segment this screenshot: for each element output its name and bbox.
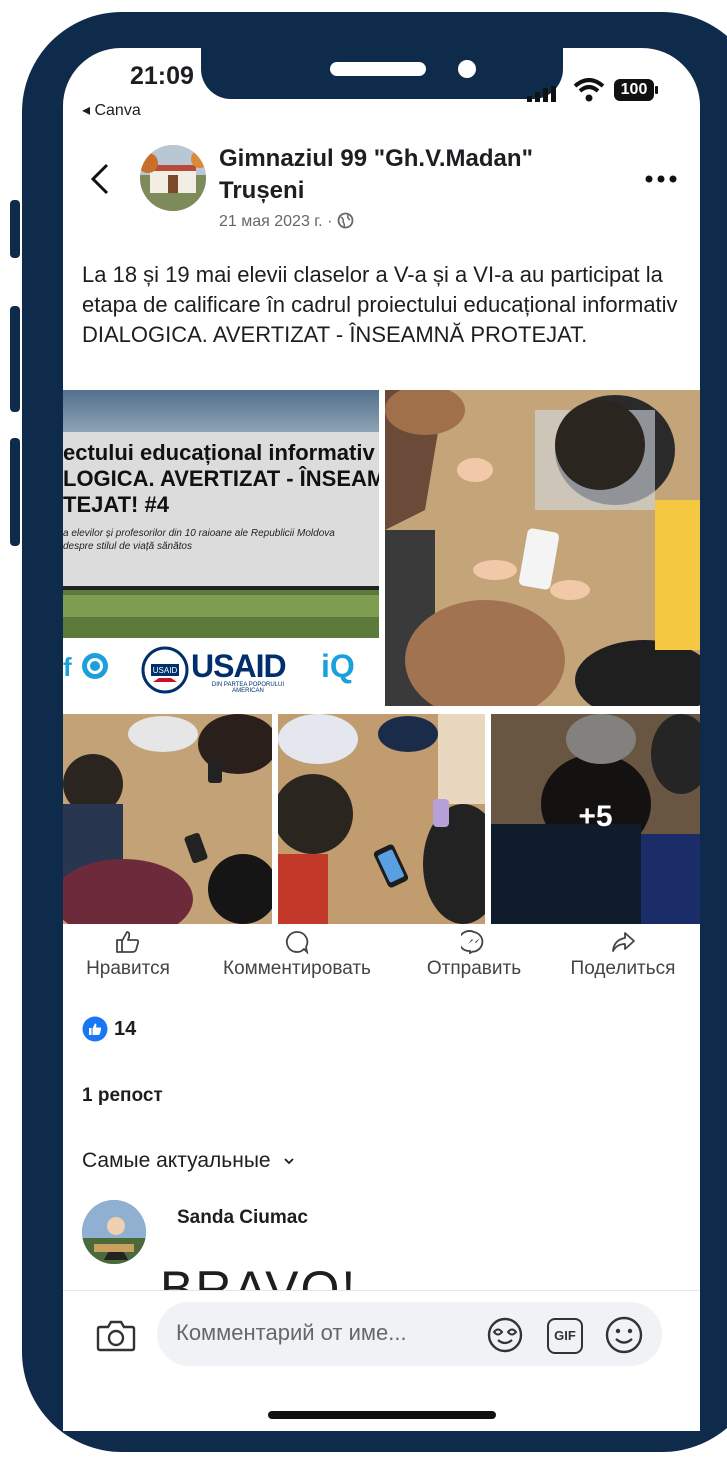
likes-number: 14	[114, 1017, 137, 1040]
chevron-down-icon	[284, 1158, 295, 1165]
thumbs-up-icon	[116, 931, 140, 953]
photo-children-3[interactable]	[278, 714, 485, 924]
post-text: La 18 și 19 mai elevii claselor a V-a și…	[82, 262, 678, 347]
page-avatar[interactable]	[140, 145, 206, 211]
send-button[interactable]: Отправить	[412, 930, 536, 980]
reposts-count[interactable]: 1 репост	[82, 1085, 163, 1107]
send-label: Отправить	[426, 958, 522, 979]
battery-icon: 100	[614, 79, 654, 101]
banner-line-2: LOGICA. AVERTIZAT - ÎNSEAM	[63, 466, 379, 491]
comment-label: Комментировать	[223, 958, 371, 979]
comment-input-placeholder: Комментарий от име...	[176, 1320, 407, 1345]
usaid-tagline: DIN PARTEA POPORULUI AMERICAN	[211, 682, 285, 694]
signal-icon	[527, 86, 556, 102]
page-title[interactable]: Gimnaziul 99 "Gh.V.Madan" Trușeni	[219, 143, 599, 207]
share-arrow-icon	[612, 932, 635, 952]
likes-count[interactable]: 14	[82, 1016, 136, 1042]
commenter-name[interactable]: Sanda Ciumac	[177, 1207, 308, 1229]
comment-icon	[285, 931, 309, 954]
sort-label: Самые актуальные	[82, 1149, 271, 1172]
svg-text:f: f	[63, 652, 72, 682]
gif-button[interactable]: GIF	[547, 1318, 583, 1354]
more-photos-count: +5	[578, 800, 613, 833]
like-reaction-icon	[82, 1016, 108, 1042]
globe-icon	[337, 212, 354, 229]
photo-image	[278, 714, 485, 924]
comment-sort-dropdown[interactable]: Самые актуальные	[82, 1149, 295, 1173]
wifi-icon	[573, 78, 605, 102]
unicef-logo-icon: f	[63, 652, 108, 682]
side-button	[10, 200, 20, 258]
photo-children-1[interactable]	[385, 390, 700, 706]
usaid-seal-icon: USAID	[141, 646, 189, 694]
iq-logo-text: iQ	[321, 648, 355, 684]
status-time: 21:09	[130, 62, 194, 90]
photo-image	[385, 390, 700, 706]
back-to-app-link[interactable]: ◂ Canva	[82, 100, 141, 120]
usaid-seal-text: USAID	[153, 666, 178, 675]
back-chevron-icon[interactable]	[90, 163, 110, 195]
photo-image	[63, 714, 272, 924]
front-camera	[458, 60, 476, 78]
like-label: Нравится	[86, 958, 170, 979]
photo-more[interactable]: +5	[491, 714, 700, 924]
banner-line-3: TEJAT! #4	[63, 492, 169, 517]
photo-banner[interactable]: ectului educațional informativ LOGICA. A…	[63, 390, 379, 706]
home-indicator[interactable]	[268, 1411, 496, 1419]
commenter-avatar[interactable]	[82, 1200, 146, 1264]
banner-sub-2: despre stilul de viață sănătos	[63, 541, 192, 552]
emoji-icon[interactable]	[603, 1314, 645, 1356]
post-date: 21 мая 2023 г. ·	[219, 212, 354, 231]
side-button	[10, 306, 20, 412]
camera-icon[interactable]	[96, 1318, 136, 1352]
like-button[interactable]: Нравится	[70, 930, 186, 980]
messenger-icon	[461, 930, 484, 954]
banner-sub-1: a elevilor și profesorilor din 10 raioan…	[63, 528, 335, 539]
speaker	[330, 62, 426, 76]
post-date-text: 21 мая 2023 г. ·	[219, 213, 333, 230]
comment-button[interactable]: Комментировать	[200, 930, 394, 980]
side-button	[10, 438, 20, 546]
usaid-logo-text: USAID	[191, 648, 287, 684]
banner-line-1: ectului educațional informativ	[63, 440, 375, 465]
photo-children-2[interactable]	[63, 714, 272, 924]
more-options-icon[interactable]	[645, 175, 677, 183]
notch	[201, 15, 563, 99]
battery-tip	[655, 86, 658, 94]
share-label: Поделиться	[570, 958, 676, 979]
avatar-sticker-icon[interactable]	[486, 1316, 524, 1354]
share-button[interactable]: Поделиться	[553, 930, 693, 980]
